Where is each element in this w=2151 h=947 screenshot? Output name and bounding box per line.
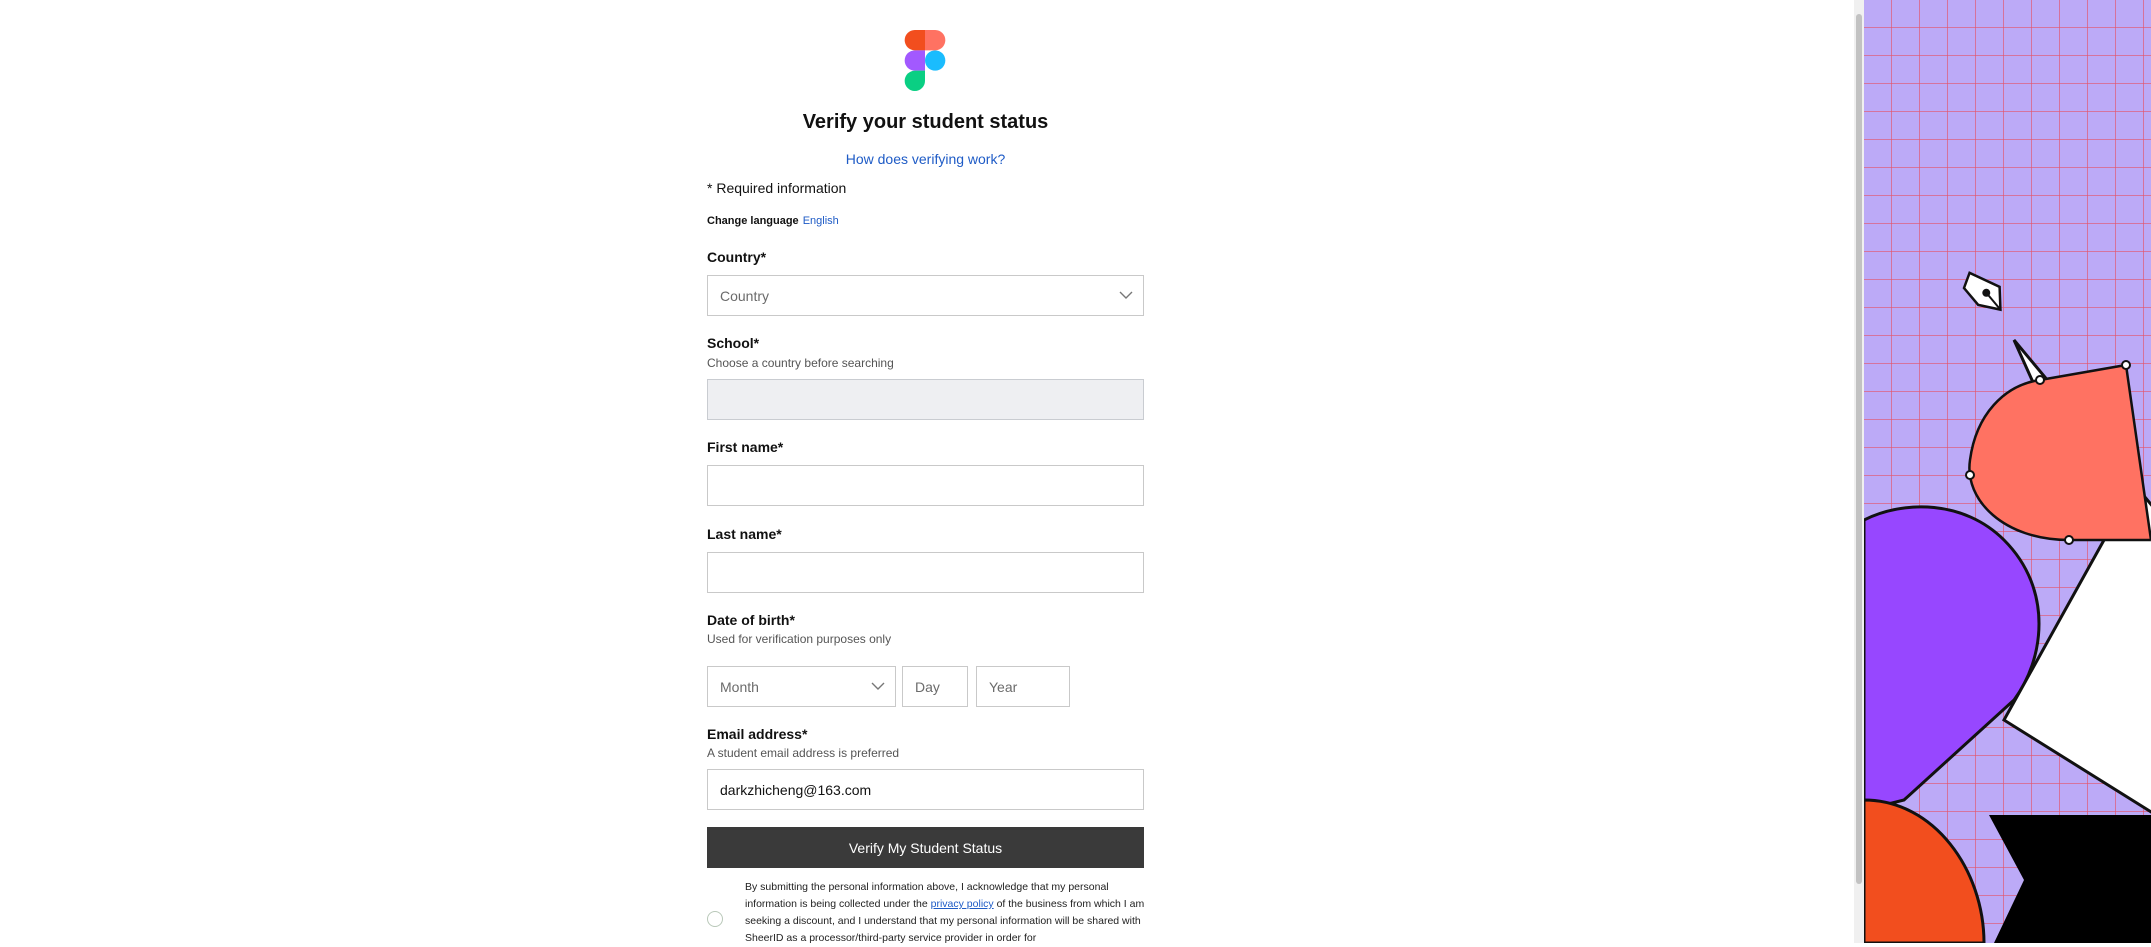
change-language-label: Change language xyxy=(707,215,799,227)
privacy-policy-link[interactable]: privacy policy xyxy=(931,898,994,910)
dob-month-select[interactable]: Month xyxy=(707,666,896,707)
school-label: School* xyxy=(707,335,760,351)
email-label: Email address* xyxy=(707,726,808,742)
chevron-down-icon xyxy=(1119,291,1133,299)
scrollbar-thumb[interactable] xyxy=(1856,14,1862,884)
country-select[interactable]: Country xyxy=(707,275,1144,316)
dob-hint: Used for verification purposes only xyxy=(707,632,892,646)
month-placeholder: Month xyxy=(720,678,759,695)
day-placeholder: Day xyxy=(915,678,940,695)
change-language: Change language English xyxy=(707,215,839,227)
chevron-down-icon xyxy=(871,682,885,690)
dob-label: Date of birth* xyxy=(707,612,795,628)
decorative-art-panel xyxy=(1864,0,2151,943)
email-hint: A student email address is preferred xyxy=(707,746,900,760)
school-input[interactable] xyxy=(707,379,1144,420)
last-name-input[interactable] xyxy=(707,552,1144,593)
consent-text: By submitting the personal information a… xyxy=(745,879,1145,947)
first-name-label: First name* xyxy=(707,439,784,455)
page-title: Verify your student status xyxy=(802,111,1049,133)
dob-day-input[interactable]: Day xyxy=(902,666,968,707)
email-value: darkzhicheng@163.com xyxy=(720,781,872,798)
required-info-note: * Required information xyxy=(707,180,847,196)
email-input[interactable]: darkzhicheng@163.com xyxy=(707,769,1144,810)
figma-logo-icon xyxy=(904,30,946,91)
country-placeholder: Country xyxy=(720,287,770,304)
language-link[interactable]: English xyxy=(803,215,839,227)
last-name-label: Last name* xyxy=(707,526,782,542)
year-placeholder: Year xyxy=(989,678,1018,695)
how-verifying-works-link[interactable]: How does verifying work? xyxy=(707,151,1144,167)
school-hint: Choose a country before searching xyxy=(707,356,894,370)
consent-checkbox[interactable] xyxy=(707,911,723,927)
country-label: Country* xyxy=(707,249,767,265)
first-name-input[interactable] xyxy=(707,465,1144,506)
verify-student-status-button[interactable]: Verify My Student Status xyxy=(707,827,1144,868)
dob-year-input[interactable]: Year xyxy=(976,666,1070,707)
